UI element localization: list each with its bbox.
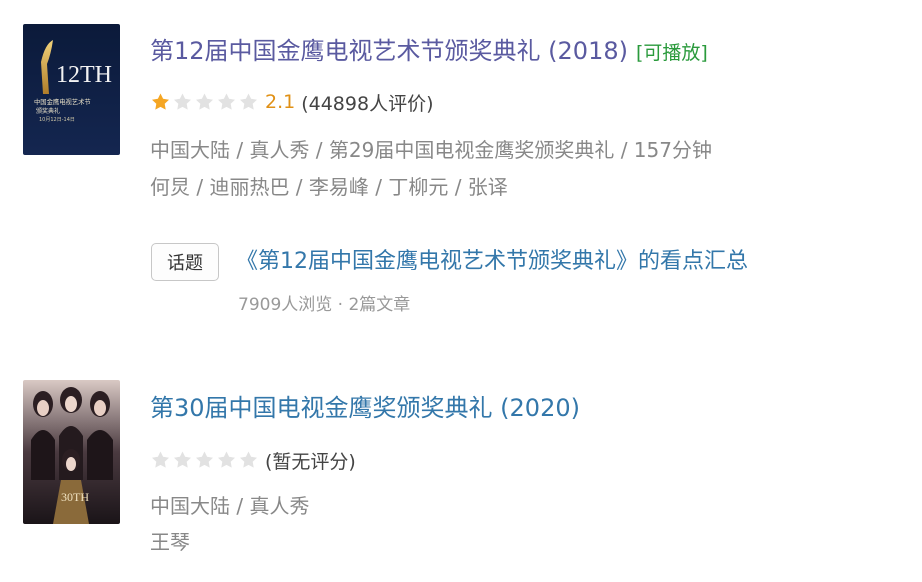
star-empty-icon: [196, 93, 213, 110]
star-empty-icon: [218, 451, 235, 468]
topic-meta: 7909人浏览 · 2篇文章: [238, 295, 411, 315]
poster-line3: 10月12日-14日: [39, 117, 75, 123]
topic-title-link[interactable]: 《第12届中国金鹰电视艺术节颁奖典礼》的看点汇总: [236, 243, 748, 275]
result-item: 12TH 中国金鹰电视艺术节 颁奖典礼 10月12日-14日 第12届中国金鹰电…: [0, 0, 922, 350]
star-empty-icon: [174, 93, 191, 110]
topic-tag[interactable]: 话题: [151, 243, 219, 281]
rating-row: (暂无评分): [150, 447, 356, 473]
poster-line2: 颁奖典礼: [36, 107, 60, 115]
result-title-link[interactable]: 第30届中国电视金鹰奖颁奖典礼 (2020): [150, 388, 580, 423]
meta-info: 中国大陆 / 真人秀: [150, 494, 310, 518]
meta-cast: 何炅 / 迪丽热巴 / 李易峰 / 丁柳元 / 张译: [150, 175, 508, 199]
meta-info: 中国大陆 / 真人秀 / 第29届中国电视金鹰奖颁奖典礼 / 157分钟: [150, 138, 712, 162]
rating-row: 2.1 (44898人评价): [150, 89, 434, 115]
star-empty-icon: [152, 451, 169, 468]
no-rating-text: (暂无评分): [265, 450, 356, 473]
playable-badge[interactable]: [可播放]: [636, 42, 708, 64]
star-empty-icon: [218, 93, 235, 110]
rating-stars: [150, 92, 259, 112]
star-empty-icon: [196, 451, 213, 468]
poster-big-text: 12TH: [56, 62, 112, 88]
star-empty-icon: [240, 93, 257, 110]
poster-thumbnail[interactable]: 12TH 中国金鹰电视艺术节 颁奖典礼 10月12日-14日: [23, 24, 120, 155]
rating-score: 2.1: [265, 91, 296, 113]
meta-cast: 王琴: [150, 530, 190, 554]
result-title-link[interactable]: 第12届中国金鹰电视艺术节颁奖典礼 (2018) [可播放]: [150, 31, 708, 66]
star-empty-icon: [174, 451, 191, 468]
poster-line1: 中国金鹰电视艺术节: [34, 97, 91, 106]
poster-thumbnail[interactable]: 30TH: [23, 380, 120, 524]
result-title-text[interactable]: 第30届中国电视金鹰奖颁奖典礼 (2020): [150, 394, 580, 422]
rating-stars: [150, 450, 259, 470]
result-title-text[interactable]: 第12届中国金鹰电视艺术节颁奖典礼 (2018): [150, 37, 628, 65]
star-empty-icon: [240, 451, 257, 468]
rating-count: (44898人评价): [301, 92, 434, 115]
star-filled-icon: [152, 93, 169, 110]
poster-big-text: 30TH: [61, 490, 89, 504]
